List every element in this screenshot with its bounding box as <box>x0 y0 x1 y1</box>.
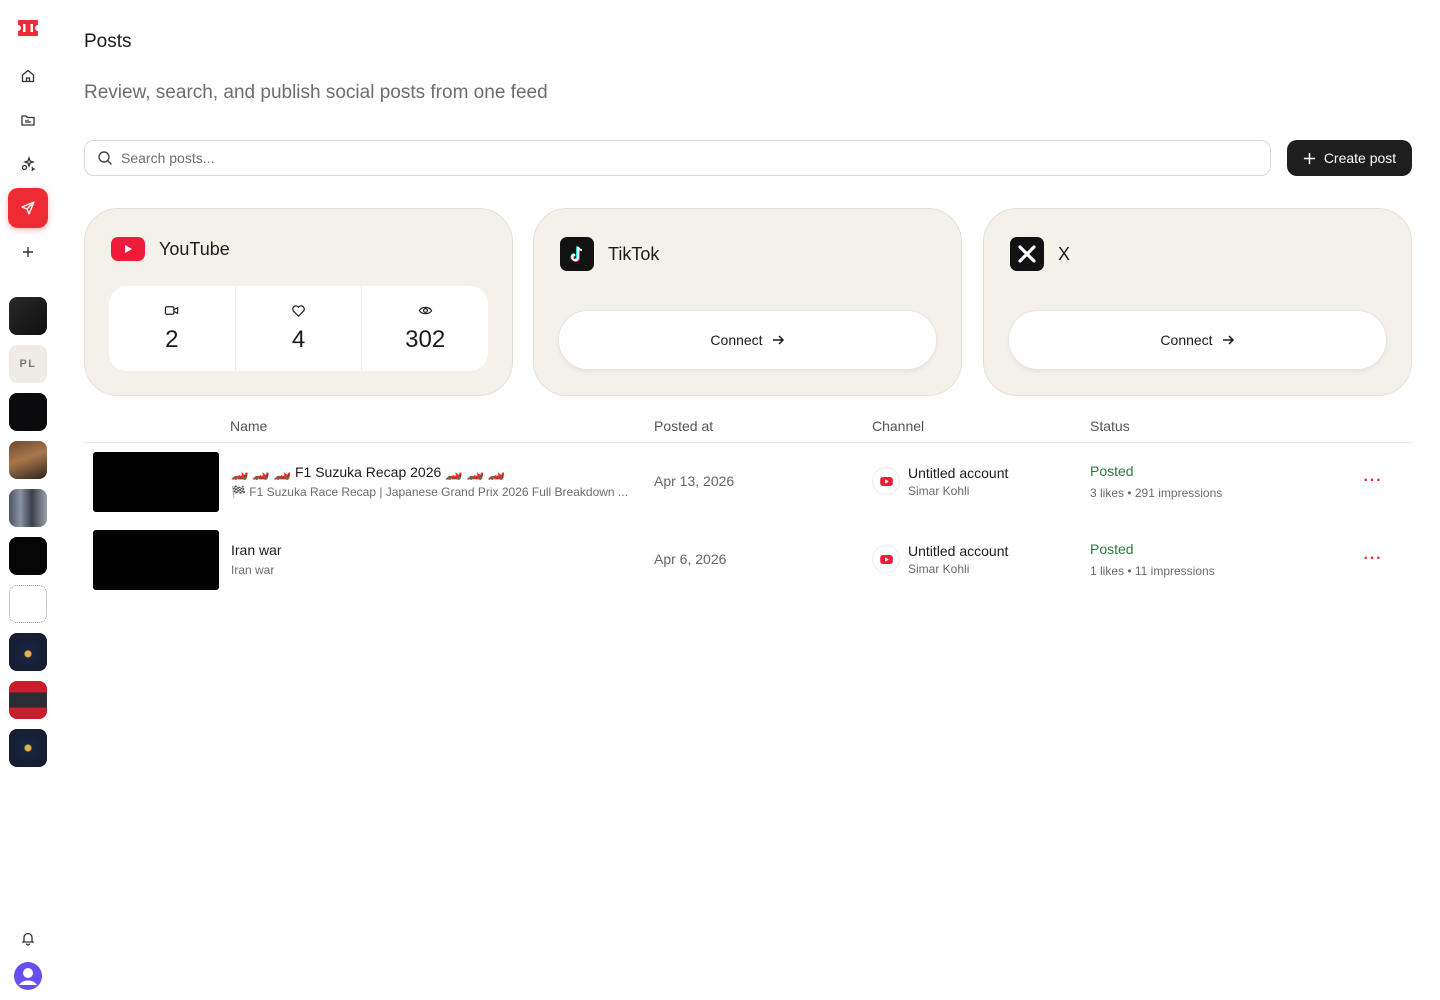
search-bar[interactable] <box>84 140 1271 176</box>
youtube-stats: 2 4 302 <box>109 286 488 371</box>
post-thumbnail[interactable] <box>93 452 219 512</box>
column-header-channel[interactable]: Channel <box>872 418 924 434</box>
youtube-icon <box>872 545 900 573</box>
posted-at: Apr 13, 2026 <box>654 473 735 489</box>
channel-name: TikTok <box>608 243 660 264</box>
youtube-icon <box>872 467 900 495</box>
folder-icon <box>21 115 35 126</box>
plus-icon <box>1303 152 1315 164</box>
arrow-right-icon <box>1222 335 1234 345</box>
library-nav-button[interactable] <box>8 100 48 140</box>
send-icon <box>21 201 35 215</box>
workspace-thumbnail[interactable] <box>9 729 47 767</box>
views-stat: 302 <box>362 286 488 371</box>
x-logo-icon <box>1010 237 1044 271</box>
channel-name: YouTube <box>159 238 230 259</box>
workspace-initials[interactable]: PL <box>9 345 47 383</box>
tiktok-logo-icon <box>560 237 594 271</box>
youtube-logo-icon <box>111 237 145 261</box>
page-title: Posts <box>84 31 132 52</box>
column-header-status[interactable]: Status <box>1090 418 1130 434</box>
brand-logo-icon[interactable] <box>16 18 40 38</box>
create-post-button[interactable]: Create post <box>1287 140 1412 176</box>
create-post-label: Create post <box>1323 150 1397 166</box>
likes-count: 4 <box>291 326 306 353</box>
workspace-thumbnail[interactable] <box>9 633 47 671</box>
plus-icon <box>23 247 33 257</box>
x-connect-button[interactable]: Connect <box>1008 310 1387 370</box>
ai-nav-button[interactable] <box>8 144 48 184</box>
home-nav-button[interactable] <box>8 56 48 96</box>
channel-name: X <box>1058 243 1071 264</box>
channel-user-name: Simar Kohli <box>908 562 970 576</box>
workspace-thumbnail[interactable] <box>9 537 47 575</box>
status-metrics: 3 likes • 291 impressions <box>1090 486 1223 500</box>
views-count: 302 <box>405 326 446 353</box>
posts-nav-button[interactable] <box>8 188 48 228</box>
tiktok-channel-card: TikTok Connect <box>533 208 962 396</box>
user-avatar-icon <box>14 962 42 990</box>
workspace-thumbnail[interactable] <box>9 489 47 527</box>
post-description: Iran war <box>231 563 275 577</box>
channel-account-name: Untitled account <box>908 543 1009 559</box>
search-icon <box>98 151 112 165</box>
youtube-channel-card: YouTube 2 4 302 <box>84 208 513 396</box>
posted-at: Apr 6, 2026 <box>654 551 727 567</box>
status-badge: Posted <box>1090 463 1134 479</box>
add-workspace-button[interactable] <box>8 232 48 272</box>
posts-table-header: Name Posted at Channel Status <box>84 410 1412 443</box>
more-options-icon[interactable]: ··· <box>1362 470 1384 492</box>
sparkles-icon <box>21 156 36 172</box>
post-title[interactable]: 🏎️ 🏎️ 🏎️ F1 Suzuka Recap 2026 🏎️ 🏎️ 🏎️ <box>231 464 505 481</box>
page-subtitle: Review, search, and publish social posts… <box>84 82 548 103</box>
column-header-name[interactable]: Name <box>230 418 267 434</box>
video-camera-icon <box>165 306 179 315</box>
column-header-posted-at[interactable]: Posted at <box>654 418 713 434</box>
workspace-thumbnail[interactable] <box>9 297 47 335</box>
connect-label: Connect <box>710 332 763 348</box>
post-thumbnail[interactable] <box>93 530 219 590</box>
user-avatar-button[interactable] <box>8 956 48 996</box>
arrow-right-icon <box>772 335 784 345</box>
more-options-icon[interactable]: ··· <box>1362 548 1384 570</box>
post-title[interactable]: Iran war <box>231 542 282 558</box>
channel-user-name: Simar Kohli <box>908 484 970 498</box>
tiktok-connect-button[interactable]: Connect <box>558 310 937 370</box>
workspace-thumbnail[interactable] <box>9 441 47 479</box>
heart-icon <box>292 305 305 317</box>
status-metrics: 1 likes • 11 impressions <box>1090 564 1215 578</box>
notifications-button[interactable] <box>8 918 48 958</box>
table-row[interactable]: 🏎️ 🏎️ 🏎️ F1 Suzuka Recap 2026 🏎️ 🏎️ 🏎️ 🏁… <box>84 452 1412 524</box>
bell-icon <box>21 932 35 946</box>
likes-stat: 4 <box>236 286 363 371</box>
post-description: 🏁 F1 Suzuka Race Recap | Japanese Grand … <box>231 485 628 499</box>
sidebar: PL <box>0 0 56 1000</box>
x-channel-card: X Connect <box>983 208 1412 396</box>
status-badge: Posted <box>1090 541 1134 557</box>
eye-icon <box>418 306 432 315</box>
home-icon <box>21 69 35 83</box>
table-row[interactable]: Iran war Iran war Apr 6, 2026 Untitled a… <box>84 530 1412 602</box>
videos-count: 2 <box>165 326 179 353</box>
workspace-thumbnail[interactable] <box>9 585 47 623</box>
connect-label: Connect <box>1160 332 1213 348</box>
workspace-thumbnail[interactable] <box>9 393 47 431</box>
channel-account-name: Untitled account <box>908 465 1009 481</box>
videos-stat: 2 <box>109 286 236 371</box>
search-input[interactable] <box>121 150 1221 166</box>
workspace-thumbnail[interactable] <box>9 681 47 719</box>
